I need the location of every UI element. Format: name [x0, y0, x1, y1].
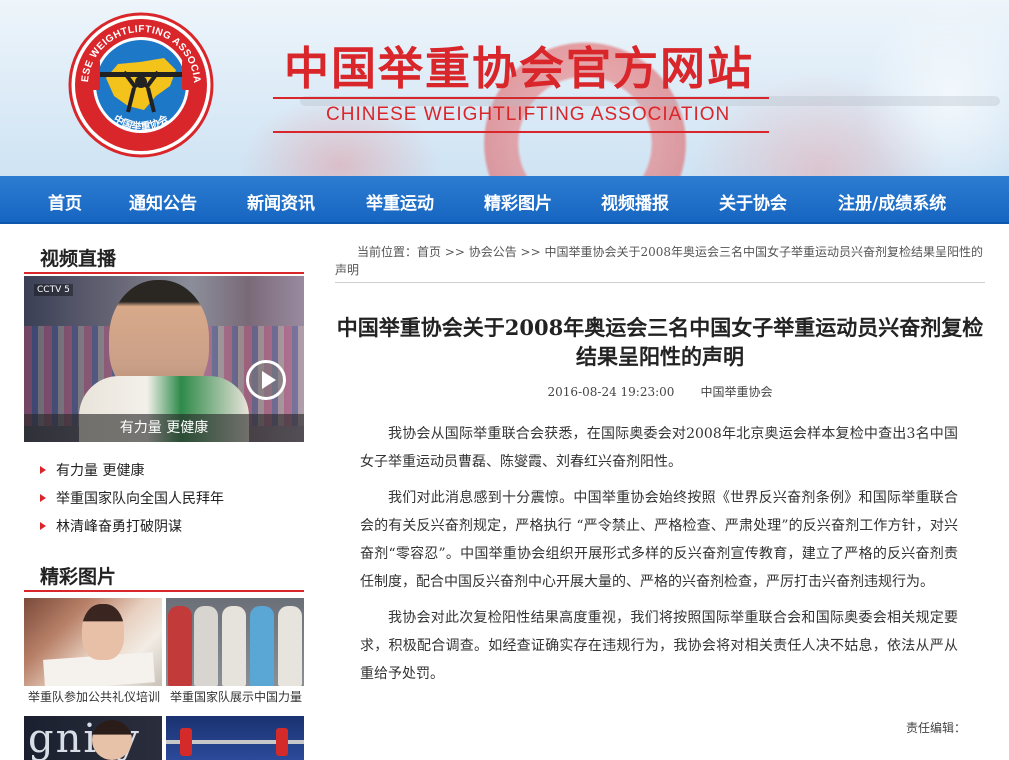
- video-list-item[interactable]: 举重国家队向全国人民拜年: [40, 490, 224, 518]
- association-logo[interactable]: CHINESE WEIGHTLIFTING ASSOCIATION 中国举重协会: [68, 12, 214, 158]
- gallery-thumbnail[interactable]: [166, 716, 304, 760]
- video-list: 有力量 更健康 举重国家队向全国人民拜年 林清峰奋勇打破阴谋: [40, 462, 224, 546]
- play-icon[interactable]: [246, 360, 286, 400]
- breadcrumb-divider: [335, 282, 985, 283]
- breadcrumb: 当前位置：首页 >> 协会公告 >> 中国举重协会关于2008年奥运会三名中国女…: [335, 243, 985, 279]
- main-nav: 首页 通知公告 新闻资讯 举重运动 精彩图片 视频播报 关于协会 注册/成绩系统: [0, 176, 1009, 224]
- article-paragraph: 我协会对此次复检阳性结果高度重视，我们将按照国际举重联合会和国际奥委会相关规定要…: [360, 610, 958, 682]
- banner-decoration: [860, 0, 1009, 176]
- bullet-arrow-icon: [40, 522, 46, 530]
- video-list-item[interactable]: 林清峰奋勇打破阴谋: [40, 518, 224, 546]
- article-paragraph: 我协会从国际举重联合会获悉，在国际奥委会对2008年北京奥运会样本复检中查出3名…: [360, 426, 958, 470]
- article-source: 中国举重协会: [700, 385, 773, 399]
- article-meta: 2016-08-24 19:23:00 中国举重协会: [335, 383, 985, 400]
- article-paragraph: 我们对此消息感到十分震惊。中国举重协会始终按照《世界反兴奋剂条例》和国际举重联合…: [360, 490, 958, 590]
- nav-item-notices[interactable]: 通知公告: [129, 189, 197, 214]
- nav-item-news[interactable]: 新闻资讯: [247, 189, 315, 214]
- breadcrumb-text[interactable]: 当前位置：首页 >> 协会公告 >> 中国举重协会关于2008年奥运会三名中国女…: [335, 245, 983, 277]
- nav-item-photos[interactable]: 精彩图片: [484, 189, 552, 214]
- site-subtitle: CHINESE WEIGHTLIFTING ASSOCIATION: [326, 104, 731, 125]
- video-player[interactable]: CCTV 5 有力量 更健康: [24, 276, 304, 442]
- gallery-section-title: 精彩图片: [40, 566, 117, 588]
- nav-item-videos[interactable]: 视频播报: [601, 189, 669, 214]
- article-date: 2016-08-24 19:23:00: [547, 385, 675, 399]
- gallery-caption[interactable]: 举重国家队展示中国力量: [170, 688, 302, 705]
- title-divider: [273, 97, 769, 99]
- channel-logo: CCTV 5: [34, 284, 73, 296]
- site-title: 中国举重协会官方网站: [284, 42, 755, 95]
- nav-item-about[interactable]: 关于协会: [719, 189, 787, 214]
- gallery-caption[interactable]: 举重队参加公共礼仪培训: [28, 688, 160, 705]
- header-banner: CHINESE WEIGHTLIFTING ASSOCIATION 中国举重协会…: [0, 0, 1009, 176]
- gallery-thumbnail[interactable]: gnity: [24, 716, 162, 760]
- bullet-arrow-icon: [40, 466, 46, 474]
- video-caption: 有力量 更健康: [24, 414, 304, 442]
- video-list-item[interactable]: 有力量 更健康: [40, 462, 224, 490]
- gallery-thumbnail[interactable]: [166, 598, 304, 686]
- article-body: 我协会从国际举重联合会获悉，在国际奥委会对2008年北京奥运会样本复检中查出3名…: [360, 420, 958, 696]
- nav-item-home[interactable]: 首页: [48, 189, 82, 214]
- nav-item-registration[interactable]: 注册/成绩系统: [838, 189, 946, 214]
- video-section-header: 视频直播: [24, 244, 304, 274]
- video-section-title: 视频直播: [40, 248, 117, 270]
- editor-label: 责任编辑：: [906, 721, 967, 735]
- gallery-thumbnail[interactable]: [24, 598, 162, 686]
- bullet-arrow-icon: [40, 494, 46, 502]
- article-title: 中国举重协会关于2008年奥运会三名中国女子举重运动员兴奋剂复检结果呈阳性的声明: [336, 315, 984, 369]
- gallery-section-header: 精彩图片: [24, 562, 304, 592]
- title-divider: [273, 131, 769, 133]
- nav-item-weightlifting[interactable]: 举重运动: [366, 189, 434, 214]
